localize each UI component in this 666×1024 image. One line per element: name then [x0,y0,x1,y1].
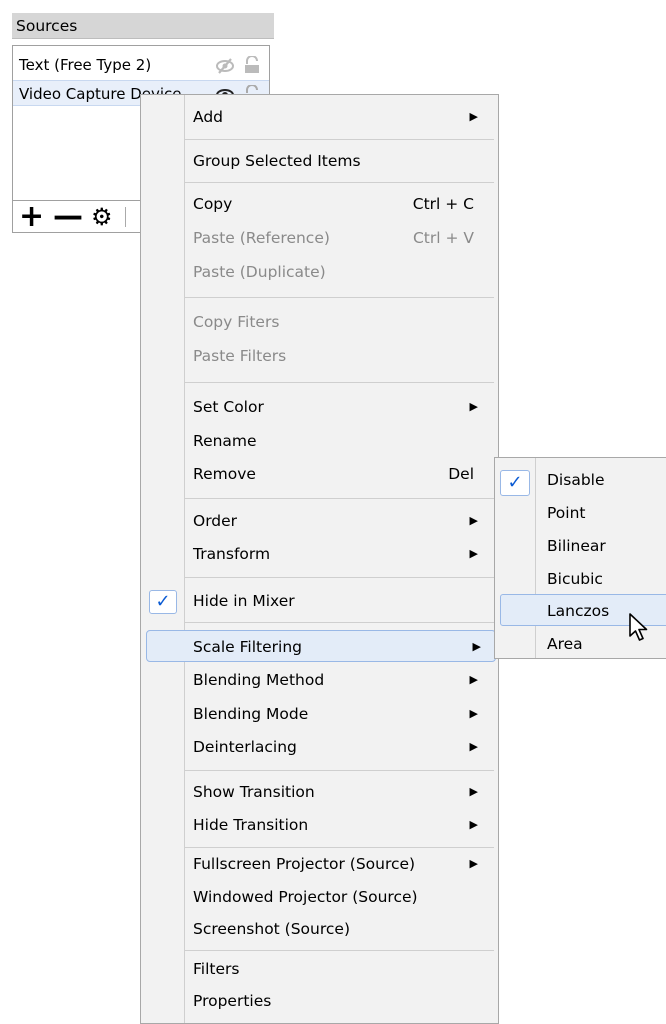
submenu-arrow-icon: ▶ [469,707,478,720]
submenu-arrow-icon: ▶ [469,857,478,870]
menu-item-label: Remove [193,465,256,483]
menu-item-label: Point [547,504,586,522]
menu-item-copy[interactable]: Copy Ctrl + C [141,188,498,220]
menu-item-label: Properties [193,992,272,1010]
add-source-button[interactable]: + [19,202,44,232]
menu-item-paste-duplicate[interactable]: Paste (Duplicate) [141,256,498,288]
menu-separator [185,139,494,140]
menu-item-label: Add [193,108,224,126]
menu-item-paste-filters[interactable]: Paste Filters [141,340,498,372]
menu-item-label: Copy [193,195,233,213]
menu-item-label: Blending Mode [193,705,309,723]
menu-item-label: Disable [547,471,605,489]
menu-item-label: Filters [193,960,240,978]
menu-item-filters[interactable]: Filters [141,953,498,985]
menu-item-blending-method[interactable]: Blending Method ▶ [141,664,498,696]
shortcut-label: Del [448,465,474,483]
submenu-item-bicubic[interactable]: Bicubic [495,563,666,595]
menu-item-label: Show Transition [193,783,315,801]
menu-item-label: Deinterlacing [193,738,297,756]
menu-item-label: Scale Filtering [193,638,302,656]
shortcut-label: Ctrl + C [412,195,474,213]
submenu-arrow-icon: ▶ [469,110,478,123]
submenu-arrow-icon: ▶ [469,740,478,753]
submenu-arrow-icon: ▶ [469,785,478,798]
menu-item-remove[interactable]: Remove Del [141,458,498,490]
menu-item-label: Paste Filters [193,347,287,365]
menu-separator [185,382,494,383]
submenu-arrow-icon: ▶ [469,400,478,413]
menu-item-paste-reference[interactable]: Paste (Reference) Ctrl + V [141,222,498,254]
menu-item-fullscreen-projector[interactable]: Fullscreen Projector (Source) ▶ [141,848,498,880]
submenu-arrow-icon: ▶ [469,514,478,527]
menu-item-label: Set Color [193,398,264,416]
menu-separator [185,622,494,623]
menu-separator [185,182,494,183]
menu-separator [185,498,494,499]
menu-item-label: Fullscreen Projector (Source) [193,855,416,873]
submenu-arrow-icon: ▶ [472,640,481,653]
menu-item-label: Windowed Projector (Source) [193,888,418,906]
submenu-arrow-icon: ▶ [469,818,478,831]
menu-item-hide-in-mixer[interactable]: ✓ Hide in Mixer [141,585,498,617]
menu-item-label: Bilinear [547,537,606,555]
submenu-item-bilinear[interactable]: Bilinear [495,530,666,562]
menu-item-label: Paste (Reference) [193,229,330,247]
menu-item-hide-transition[interactable]: Hide Transition ▶ [141,809,498,841]
menu-item-windowed-projector[interactable]: Windowed Projector (Source) [141,881,498,913]
menu-item-label: Paste (Duplicate) [193,263,326,281]
menu-separator [185,770,494,771]
menu-item-show-transition[interactable]: Show Transition ▶ [141,776,498,808]
eye-slash-icon[interactable] [215,56,235,82]
menu-separator [185,577,494,578]
menu-item-blending-mode[interactable]: Blending Mode ▶ [141,698,498,730]
menu-item-label: Blending Method [193,671,325,689]
source-item-text[interactable]: Text (Free Type 2) [13,52,269,78]
submenu-item-point[interactable]: Point [495,497,666,529]
menu-item-label: Transform [193,545,271,563]
menu-item-label: Hide in Mixer [193,592,295,610]
menu-item-transform[interactable]: Transform ▶ [141,538,498,570]
menu-item-label: Screenshot (Source) [193,920,351,938]
menu-item-scale-filtering[interactable]: Scale Filtering ▶ [146,630,496,662]
menu-item-label: Bicubic [547,570,603,588]
submenu-arrow-icon: ▶ [469,547,478,560]
submenu-arrow-icon: ▶ [469,673,478,686]
checkmark-icon: ✓ [149,590,177,614]
menu-item-deinterlacing[interactable]: Deinterlacing ▶ [141,731,498,763]
menu-item-set-color[interactable]: Set Color ▶ [141,391,498,423]
menu-item-properties[interactable]: Properties [141,985,498,1017]
menu-item-rename[interactable]: Rename [141,425,498,457]
menu-item-add[interactable]: Add ▶ [141,101,498,133]
gear-icon[interactable]: ⚙ [91,203,113,231]
menu-item-label: Group Selected Items [193,152,361,170]
remove-source-button[interactable]: — [53,202,83,232]
menu-item-order[interactable]: Order ▶ [141,505,498,537]
shortcut-label: Ctrl + V [412,229,474,247]
menu-item-copy-filters[interactable]: Copy Fiters [141,306,498,338]
submenu-item-disable[interactable]: ✓ Disable [495,464,666,496]
menu-item-label: Hide Transition [193,816,309,834]
mouse-cursor-icon [628,612,650,646]
menu-item-label: Copy Fiters [193,313,280,331]
menu-item-label: Rename [193,432,257,450]
sources-dock-title: Sources [12,13,274,39]
menu-item-label: Order [193,512,238,530]
menu-item-label: Area [547,635,583,653]
checkmark-icon: ✓ [500,470,530,496]
lock-icon[interactable] [243,55,261,82]
toolbar-divider [125,207,126,227]
menu-item-label: Lanczos [547,602,610,620]
source-name: Text (Free Type 2) [19,56,152,74]
menu-separator [185,297,494,298]
menu-item-group-selected[interactable]: Group Selected Items [141,145,498,177]
menu-item-screenshot[interactable]: Screenshot (Source) [141,913,498,945]
source-context-menu: Add ▶ Group Selected Items Copy Ctrl + C… [140,94,499,1024]
menu-separator [185,950,494,951]
